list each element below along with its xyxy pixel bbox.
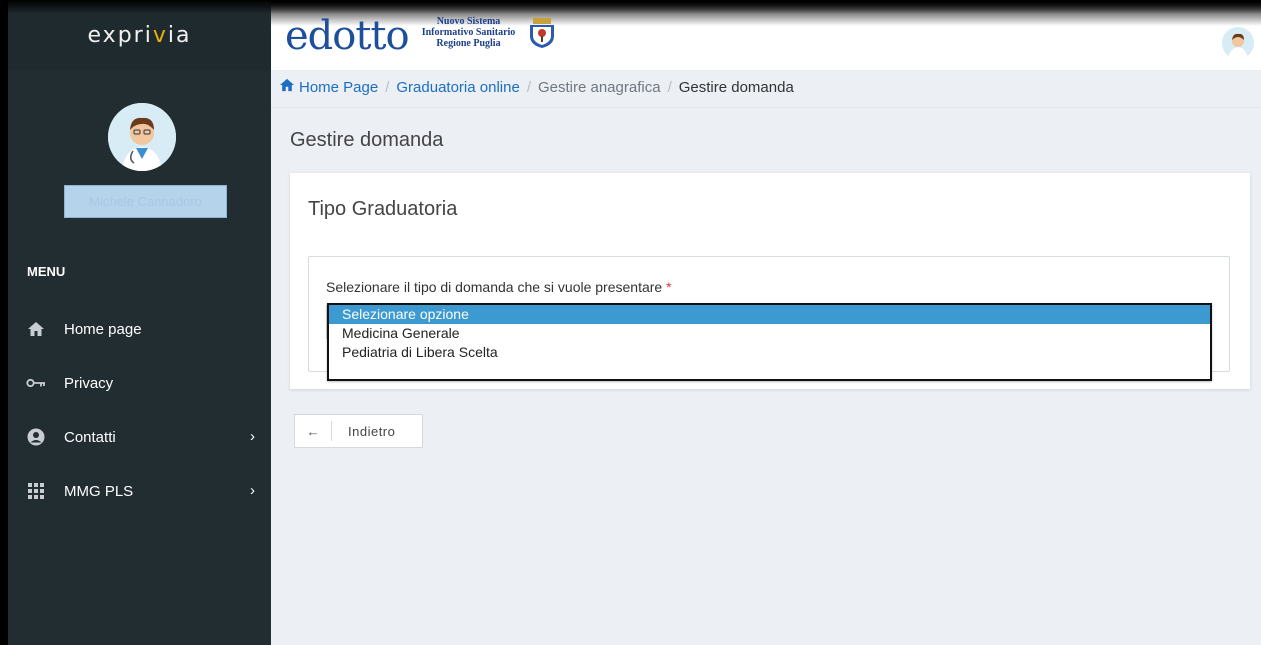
sidebar-item-label: MMG PLS bbox=[64, 482, 134, 500]
user-avatar bbox=[108, 103, 176, 171]
home-icon bbox=[279, 78, 295, 96]
dropdown-option[interactable]: Selezionare opzione bbox=[329, 305, 1210, 324]
region-crest-icon bbox=[529, 18, 555, 48]
home-icon bbox=[26, 319, 46, 339]
breadcrumb-graduatoria-link[interactable]: Graduatoria online bbox=[396, 79, 519, 96]
dropdown-option[interactable]: Pediatria di Libera Scelta bbox=[329, 343, 1210, 362]
breadcrumb-home-link[interactable]: Home Page bbox=[299, 79, 378, 96]
sidebar-item-home-page[interactable]: Home page bbox=[8, 309, 271, 349]
sidebar-item-label: Privacy bbox=[64, 374, 114, 392]
back-button[interactable]: ← Indietro bbox=[294, 414, 423, 448]
user-circle-icon bbox=[26, 427, 46, 447]
page-title: Gestire domanda bbox=[290, 129, 444, 151]
button-divider bbox=[331, 421, 332, 441]
required-mark: * bbox=[666, 279, 672, 295]
breadcrumb-separator: / bbox=[385, 78, 390, 96]
chevron-right-icon: › bbox=[250, 482, 255, 499]
user-menu-avatar[interactable] bbox=[1222, 27, 1254, 59]
breadcrumb-anagrafica[interactable]: Gestire anagrafica bbox=[538, 79, 661, 96]
chevron-right-icon: › bbox=[250, 428, 255, 445]
sidebar-item-label: Home page bbox=[64, 320, 142, 338]
breadcrumb-separator: / bbox=[667, 78, 672, 96]
user-name: Michele Cannadoro bbox=[64, 185, 227, 218]
dropdown-option[interactable]: Medicina Generale bbox=[329, 324, 1210, 343]
sidebar-item-contatti[interactable]: Contatti › bbox=[8, 417, 271, 457]
sidebar-item-privacy[interactable]: Privacy bbox=[8, 363, 271, 403]
arrow-left-icon: ← bbox=[306, 423, 320, 439]
key-icon bbox=[26, 373, 46, 393]
header-shadow bbox=[271, 0, 1261, 26]
breadcrumb-current: Gestire domanda bbox=[678, 78, 794, 96]
logo-subtitle: Nuovo Sistema Informativo Sanitario Regi… bbox=[421, 16, 516, 49]
field-label: Selezionare il tipo di domanda che si vu… bbox=[326, 279, 672, 295]
breadcrumb-separator: / bbox=[526, 78, 531, 96]
grid-icon bbox=[26, 481, 46, 501]
breadcrumb: Home Page / Graduatoria online / Gestire… bbox=[279, 78, 794, 96]
divider bbox=[271, 107, 1261, 108]
brand-logo[interactable]: exprivia bbox=[8, 0, 271, 70]
card-title: Tipo Graduatoria bbox=[308, 198, 458, 220]
brand-text: exprivia bbox=[87, 22, 192, 48]
back-button-label: Indietro bbox=[348, 423, 396, 439]
sidebar-item-mmg-pls[interactable]: MMG PLS › bbox=[8, 471, 271, 511]
edotto-logo[interactable]: edotto bbox=[285, 13, 410, 59]
sidebar: exprivia Michele Cannadoro MENU Home pag… bbox=[8, 0, 271, 645]
menu-title: MENU bbox=[27, 264, 66, 279]
top-header: edotto Nuovo Sistema Informativo Sanitar… bbox=[271, 0, 1261, 70]
sidebar-item-label: Contatti bbox=[64, 428, 116, 446]
tipo-domanda-dropdown-list[interactable]: Selezionare opzione Medicina Generale Pe… bbox=[327, 303, 1212, 381]
